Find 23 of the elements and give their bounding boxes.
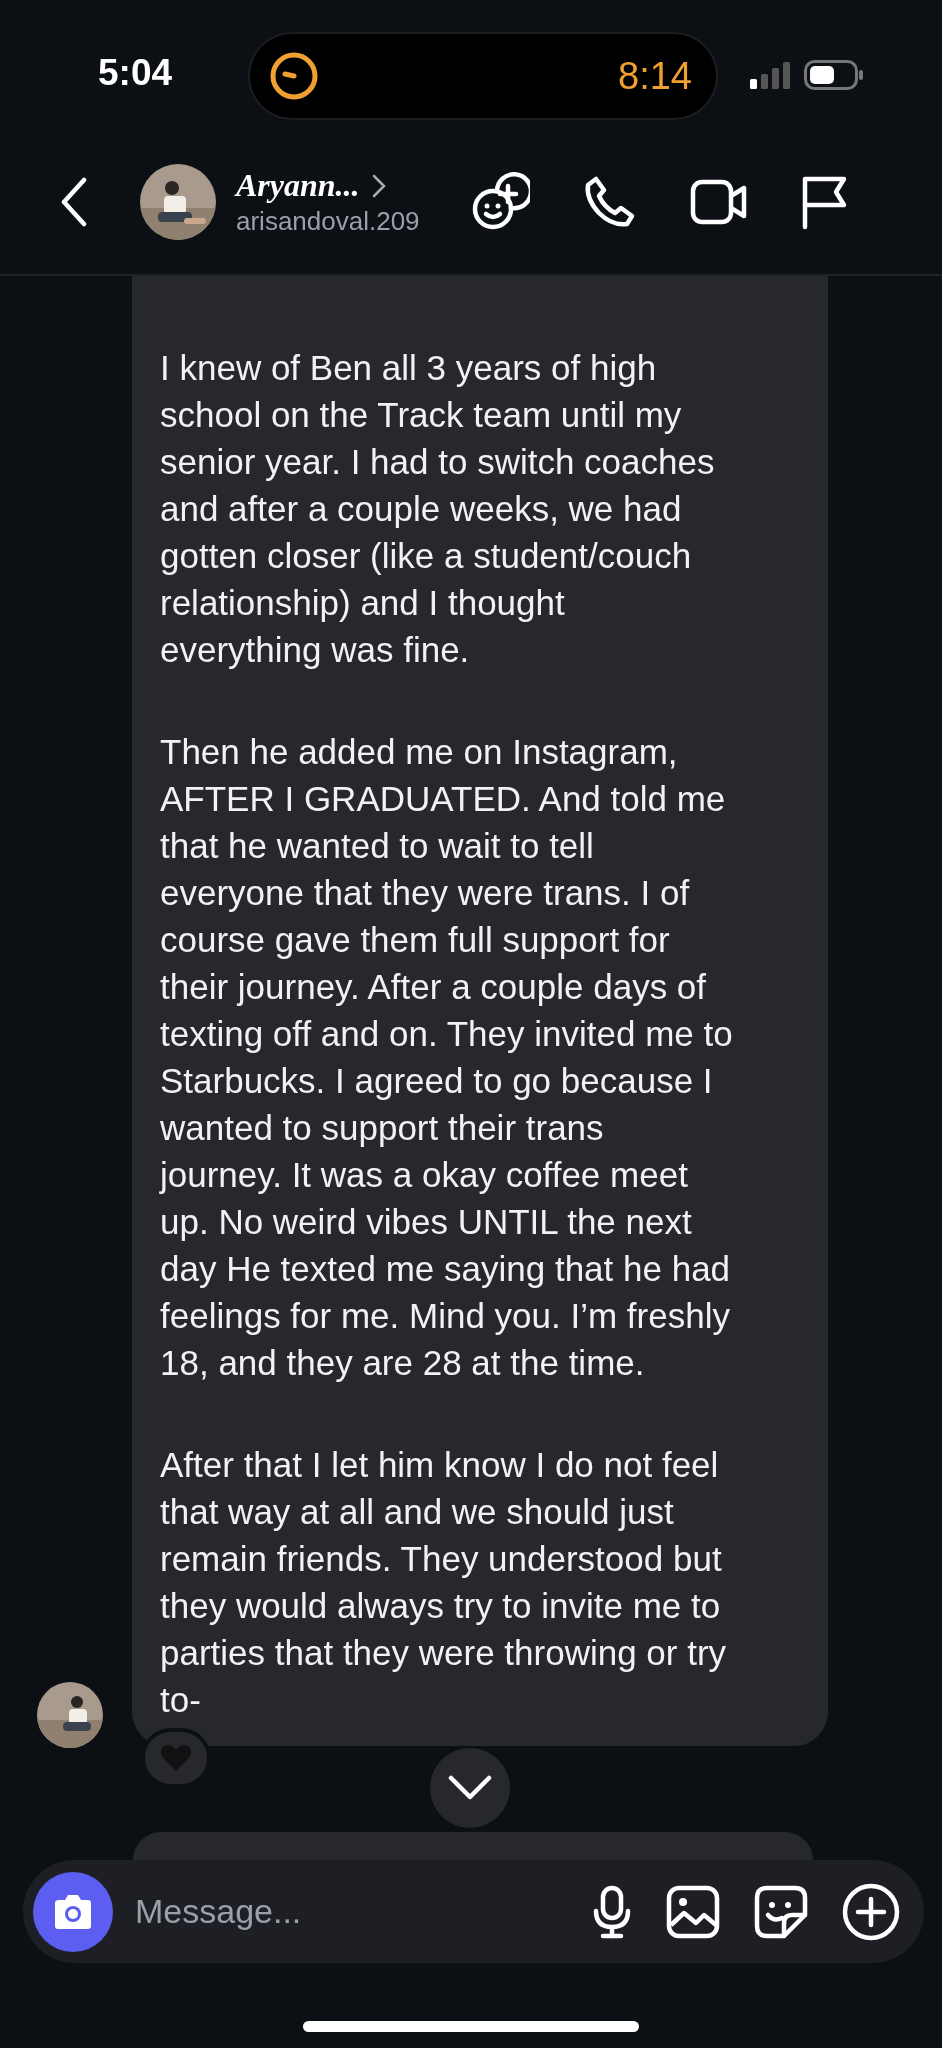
timer-text: 8:14 [618,54,692,98]
microphone-icon[interactable] [592,1884,632,1939]
gallery-icon[interactable] [666,1884,720,1939]
add-group-icon[interactable] [470,172,530,232]
signal-icon [750,61,792,89]
sticker-icon[interactable] [754,1884,808,1939]
message-paragraph: After that I let him know I do not feel that way at all and we should just remain friends. They understood but they would always try to invite me to parties that they were throwing or try to- [160,1444,728,1721]
flag-icon[interactable] [800,174,848,230]
camera-button[interactable] [33,1871,113,1952]
contact-name[interactable]: Aryann... [236,167,360,204]
chevron-down-icon [448,1775,492,1801]
add-icon[interactable] [842,1882,900,1941]
timer-icon [268,50,320,102]
message-paragraph: I knew of Ben all 3 years of high school on the Track team until my senior year. I had to switch coaches and after a couple weeks, we had gotten closer (like a student/couch relationship) and I thought everything was fine. [160,347,716,671]
battery-icon [804,60,864,90]
video-call-icon[interactable] [690,178,748,226]
heart-icon [160,1744,192,1772]
chevron-right-icon[interactable] [371,173,386,198]
message-paragraph: Then he added me on Instagram, AFTER I GRADUATED. And told me that he wanted to wait to tell everyone that they were trans. I of course gave them full support for their journey. After a couple days of texting off and on. They invited me to Starbucks. I agreed to go because I wanted to support their trans journey. It was a okay coffee meet up. No weird vibes UNTIL the next day He texted me saying that he had feelings for me. Mind you. I’m freshly 18, and they are 28 at the time. [160,731,734,1384]
contact-username: arisandoval.209 [236,206,421,237]
back-icon[interactable] [60,177,88,227]
status-time: 5:04 [98,52,173,94]
message-input[interactable]: Message... [133,1891,558,1932]
